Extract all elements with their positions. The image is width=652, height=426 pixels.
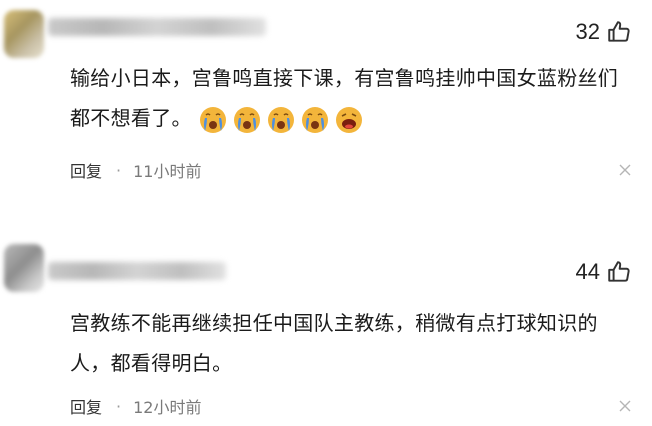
crying-face-icon [301, 106, 328, 133]
crying-face-icon [199, 106, 226, 133]
close-button[interactable] [618, 163, 632, 177]
comment-item: 44 宫教练不能再继续担任中国队主教练，稍微有点打球知识的人，都看得明白。 回复… [0, 210, 652, 426]
thumbs-up-icon [608, 21, 630, 42]
like-count: 32 [575, 19, 600, 44]
comments-page: 32 输给小日本，宫鲁鸣直接下课，有宫鲁鸣挂帅中国女蓝粉丝们都不想看了。 回复 … [0, 0, 652, 426]
close-icon [619, 400, 631, 412]
like-button[interactable]: 44 [576, 259, 632, 285]
like-count: 44 [575, 259, 600, 284]
username-blurred[interactable] [48, 18, 266, 36]
comment-text: 输给小日本，宫鲁鸣直接下课，有宫鲁鸣挂帅中国女蓝粉丝们都不想看了。 [70, 58, 628, 138]
comment-text: 宫教练不能再继续担任中国队主教练，稍微有点打球知识的人，都看得明白。 [70, 311, 598, 375]
close-icon [619, 164, 631, 176]
crying-face-icon [233, 106, 260, 133]
avatar[interactable] [4, 10, 44, 58]
loudly-crying-face-icon [335, 106, 362, 133]
reply-button[interactable]: 回复 [70, 158, 102, 182]
username-blurred[interactable] [48, 262, 226, 280]
thumbs-up-icon [608, 261, 630, 282]
comment-time: 12小时前 [133, 398, 202, 417]
comment-footer: 回复 · 11小时前 [70, 158, 632, 182]
separator-dot: · [116, 396, 122, 416]
comment-time: 11小时前 [133, 162, 202, 181]
like-button[interactable]: 32 [576, 19, 632, 45]
separator-dot: · [116, 160, 122, 180]
crying-face-icon [267, 106, 294, 133]
comment-item: 32 输给小日本，宫鲁鸣直接下课，有宫鲁鸣挂帅中国女蓝粉丝们都不想看了。 回复 … [0, 0, 652, 210]
reply-button[interactable]: 回复 [70, 394, 102, 418]
avatar[interactable] [4, 244, 44, 292]
close-button[interactable] [618, 399, 632, 413]
comment-footer: 回复 · 12小时前 [70, 394, 632, 418]
emoji-row [198, 105, 364, 135]
